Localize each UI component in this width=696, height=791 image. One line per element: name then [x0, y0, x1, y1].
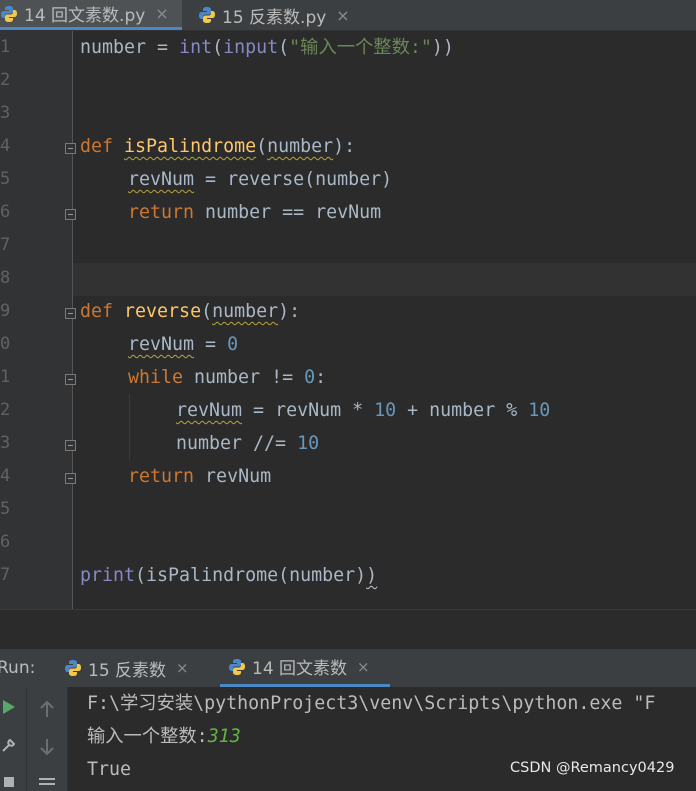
console-toolbar: [27, 687, 68, 791]
code-line-9: def reverse(number):: [80, 301, 301, 322]
play-icon: [3, 700, 15, 714]
close-icon[interactable]: ×: [336, 6, 349, 25]
rerun-button[interactable]: [0, 697, 18, 717]
gutter-separator: [72, 31, 73, 609]
stop-icon: [4, 777, 14, 787]
line-number: 3: [0, 433, 11, 453]
code-line-5: revNum = reverse(number): [128, 169, 393, 190]
code-line-10: revNum = 0: [128, 334, 239, 355]
line-number: 1: [0, 37, 11, 57]
close-icon[interactable]: ×: [155, 4, 168, 23]
line-number: 6: [0, 202, 11, 222]
code-line-1: number = int(input("输入一个整数:")): [80, 37, 454, 58]
code-line-12: revNum = revNum * 10 + number % 10: [176, 400, 551, 421]
line-number: 7: [0, 235, 11, 255]
fold-toggle-icon[interactable]: [65, 374, 76, 385]
close-icon[interactable]: ×: [176, 659, 189, 677]
line-number: 4: [0, 466, 11, 486]
code-line-17: print(isPalindrome(number)): [80, 565, 378, 586]
line-number: 5: [0, 499, 11, 519]
watermark: CSDN @Remancy0429: [510, 760, 675, 776]
close-icon[interactable]: ×: [357, 658, 370, 676]
code-line-6: return number == revNum: [128, 202, 382, 223]
code-editor[interactable]: 1 2 3 4 5 6 7 8 9 0 1 2 3 4 5 6 7 number…: [0, 31, 696, 609]
indent-guide: [129, 394, 130, 460]
fold-toggle-icon[interactable]: [65, 143, 76, 154]
console-output-result: True: [87, 759, 132, 780]
python-icon: [65, 660, 81, 676]
code-line-14: return revNum: [128, 466, 272, 487]
console-output-prompt: 输入一个整数:313: [87, 726, 241, 747]
console-user-input: 313: [207, 726, 241, 747]
fold-toggle-icon[interactable]: [65, 440, 76, 451]
editor-tab-bar: 14 回文素数.py × 15 反素数.py ×: [0, 0, 696, 31]
wrap-lines-icon: [39, 778, 55, 785]
tab-label: 15 反素数.py: [222, 7, 327, 28]
fold-toggle-icon[interactable]: [65, 209, 76, 220]
run-tab-label: 15 反素数: [88, 660, 167, 681]
tab-14-palindrome-prime[interactable]: 14 回文素数.py ×: [0, 0, 182, 30]
line-number: 9: [0, 301, 11, 321]
line-number: 2: [0, 70, 11, 90]
scroll-up-button[interactable]: [37, 699, 57, 719]
tab-15-anti-prime[interactable]: 15 反素数.py ×: [190, 0, 368, 30]
python-icon: [199, 7, 215, 23]
run-toolbar: [0, 687, 27, 791]
code-line-4: def isPalindrome(number):: [80, 136, 356, 157]
stop-button[interactable]: [0, 773, 18, 791]
line-number: 8: [0, 268, 11, 288]
soft-wrap-button[interactable]: [37, 775, 57, 791]
line-number: 5: [0, 169, 11, 189]
fold-toggle-icon[interactable]: [65, 308, 76, 319]
tab-label: 14 回文素数.py: [24, 6, 146, 26]
current-line-highlight: [0, 263, 696, 296]
settings-button[interactable]: [0, 735, 18, 755]
fold-toggle-icon[interactable]: [65, 473, 76, 484]
run-tab-14-palindrome-prime[interactable]: 14 回文素数 ×: [220, 649, 390, 687]
python-icon: [229, 658, 245, 675]
python-icon: [1, 5, 17, 22]
line-number: 3: [0, 103, 11, 123]
editor-bottom-area: [0, 609, 696, 648]
code-line-11: while number != 0:: [128, 367, 327, 388]
line-number: 6: [0, 532, 11, 552]
wrench-icon: [2, 738, 16, 752]
run-tab-label: 14 回文素数: [252, 659, 348, 679]
arrow-up-icon: [40, 700, 54, 717]
run-label: Run:: [0, 658, 36, 678]
run-tool-window-header: Run: 15 反素数 × 14 回文素数 ×: [0, 648, 696, 688]
line-number: 1: [0, 367, 11, 387]
scroll-down-button[interactable]: [37, 737, 57, 757]
line-number: 2: [0, 400, 11, 420]
code-line-13: number //= 10: [176, 433, 320, 454]
line-number: 7: [0, 565, 11, 585]
arrow-down-icon: [40, 739, 54, 756]
run-tab-15-anti-prime[interactable]: 15 反素数 ×: [56, 649, 206, 687]
line-number: 0: [0, 334, 11, 354]
line-number: 4: [0, 136, 11, 156]
console-output-command: F:\学习安装\pythonProject3\venv\Scripts\pyth…: [87, 693, 656, 714]
